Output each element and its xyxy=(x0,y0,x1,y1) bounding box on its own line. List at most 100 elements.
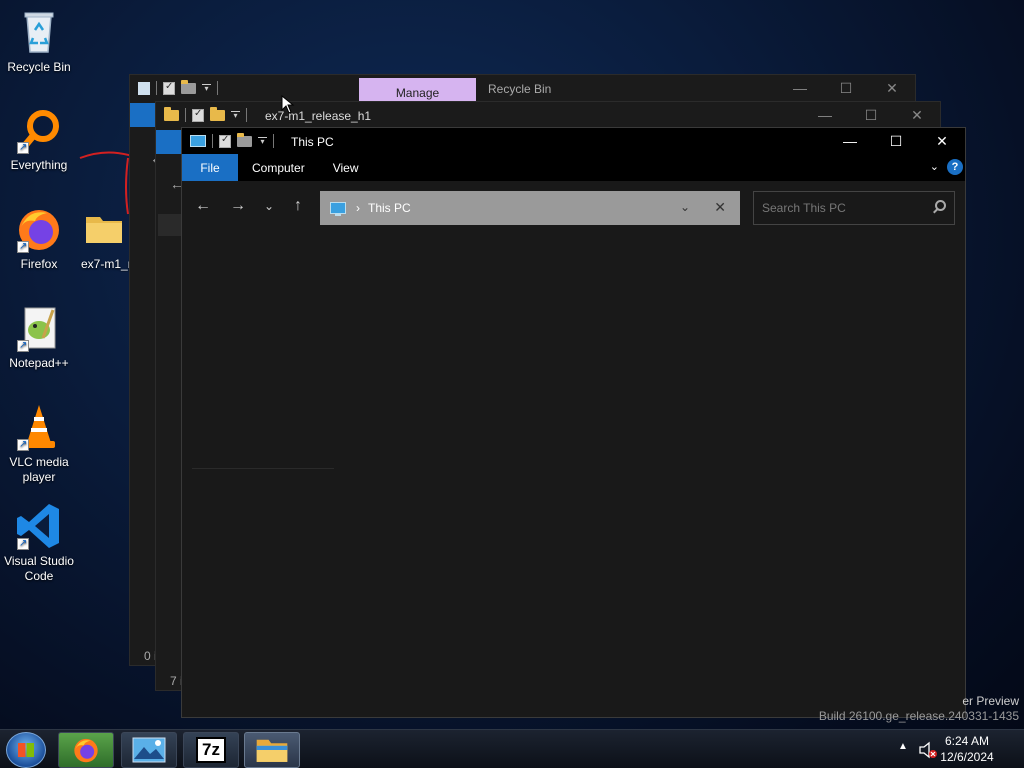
desktop-icon-label: Notepad++ xyxy=(9,356,69,370)
recycle-bin-small-icon xyxy=(138,81,150,95)
new-folder-icon[interactable] xyxy=(181,79,196,94)
search-input[interactable]: Search This PC xyxy=(762,201,846,215)
show-hidden-icons-chevron-up-icon[interactable]: ▲ xyxy=(898,741,908,752)
search-box[interactable]: Search This PC xyxy=(753,191,955,225)
desktop-icon-label: Everything xyxy=(10,158,68,172)
close-icon[interactable]: ✕ xyxy=(919,128,965,154)
ribbon-tabs: File Computer View ⌄ ? xyxy=(182,154,965,181)
taskbar: 7z ▲ 6:24 AM 12/6/2024 xyxy=(0,729,1024,768)
desktop-icon-firefox[interactable]: Firefox xyxy=(1,205,77,272)
notepad-plus-plus-icon xyxy=(15,304,63,353)
vscode-icon xyxy=(15,502,63,551)
arrow-left-icon[interactable]: ← xyxy=(193,197,213,215)
expand-ribbon-chevron-icon[interactable]: ⌄ xyxy=(930,160,939,173)
tab-file[interactable]: File xyxy=(182,154,238,181)
taskbar-file-explorer[interactable] xyxy=(244,732,300,768)
everything-search-icon xyxy=(15,106,63,155)
shortcut-arrow-icon xyxy=(17,437,29,452)
new-folder-icon[interactable] xyxy=(237,132,252,147)
desktop-icon-label: VLC media player xyxy=(9,455,69,484)
computer-small-icon xyxy=(190,135,206,147)
quick-access-toolbar: ▾ xyxy=(156,106,247,122)
toolbar-separator xyxy=(246,108,247,122)
taskbar-7zip[interactable]: 7z xyxy=(183,732,239,768)
toolbar-separator xyxy=(185,108,186,122)
taskbar-clock[interactable]: 6:24 AM 12/6/2024 xyxy=(932,733,1002,765)
photos-icon xyxy=(132,737,166,763)
maximize-icon[interactable]: ☐ xyxy=(873,128,919,154)
toolbar-separator xyxy=(156,81,157,95)
nav-pane-divider xyxy=(192,468,334,469)
new-folder-icon[interactable] xyxy=(210,106,225,121)
this-pc-window[interactable]: ▾ This PC — ☐ ✕ File Computer View ⌄ ? ←… xyxy=(181,127,966,718)
shortcut-arrow-icon xyxy=(17,239,29,254)
minimize-icon[interactable]: — xyxy=(802,102,848,128)
minimize-icon[interactable]: — xyxy=(777,75,823,101)
shortcut-arrow-icon xyxy=(17,140,29,155)
seven-zip-label: 7z xyxy=(202,740,220,759)
seven-zip-icon: 7z xyxy=(196,737,226,763)
search-icon[interactable] xyxy=(935,200,946,211)
properties-icon[interactable] xyxy=(192,108,204,122)
clear-address-icon[interactable]: ✕ xyxy=(714,199,726,216)
close-icon[interactable]: ✕ xyxy=(894,102,940,128)
navigation-bar: ← → ⌄ ↑ › This PC ⌄ ✕ Search This PC xyxy=(182,181,965,233)
red-annotation-stroke xyxy=(79,151,133,215)
taskbar-image-viewer[interactable] xyxy=(121,732,177,768)
help-icon[interactable]: ? xyxy=(947,159,963,175)
vlc-cone-icon xyxy=(15,403,63,452)
properties-icon[interactable] xyxy=(163,81,175,95)
chevron-down-icon[interactable]: ⌄ xyxy=(259,199,279,213)
minimize-icon[interactable]: — xyxy=(827,128,873,154)
desktop-icon-label: Visual Studio Code xyxy=(4,554,74,583)
close-icon[interactable]: ✕ xyxy=(869,75,915,101)
desktop-icon-vscode[interactable]: Visual Studio Code xyxy=(1,502,77,584)
start-button[interactable] xyxy=(6,732,46,768)
title-bar[interactable]: ▾ This PC — ☐ ✕ xyxy=(182,128,965,154)
breadcrumb-chevron-icon[interactable]: › xyxy=(356,201,360,215)
window-title: This PC xyxy=(291,135,334,149)
system-tray: ▲ 6:24 AM 12/6/2024 xyxy=(884,730,1024,768)
desktop-icon-label: Firefox xyxy=(20,257,58,271)
maximize-icon[interactable]: ☐ xyxy=(848,102,894,128)
window-controls: — ☐ ✕ xyxy=(777,75,915,101)
shortcut-arrow-icon xyxy=(17,536,29,551)
tab-view[interactable]: View xyxy=(319,154,373,181)
computer-icon xyxy=(330,202,346,216)
manage-contextual-tab[interactable]: Manage xyxy=(359,78,476,102)
mouse-cursor-icon xyxy=(281,95,295,114)
firefox-icon xyxy=(15,205,63,254)
title-bar[interactable]: ▾ ex7-m1_release_h1 — ☐ ✕ xyxy=(156,102,940,128)
arrow-right-icon[interactable]: → xyxy=(228,197,248,215)
file-tab-partial[interactable] xyxy=(156,130,184,154)
shortcut-arrow-icon xyxy=(17,338,29,353)
customize-toolbar-icon[interactable]: ▾ xyxy=(202,83,211,93)
desktop-icon-recycle-bin[interactable]: Recycle Bin xyxy=(1,8,77,75)
firefox-icon xyxy=(74,738,98,763)
desktop-icon-label: Recycle Bin xyxy=(7,60,71,74)
address-bar[interactable]: › This PC ⌄ ✕ xyxy=(320,191,740,225)
properties-icon[interactable] xyxy=(219,134,231,148)
window-title: Recycle Bin xyxy=(488,82,552,96)
nav-pane-item[interactable] xyxy=(158,214,182,236)
toolbar-separator xyxy=(273,134,274,148)
desktop-icon-notepad-plus-plus[interactable]: Notepad++ xyxy=(1,304,77,371)
address-history-chevron-icon[interactable]: ⌄ xyxy=(680,200,690,214)
customize-toolbar-icon[interactable]: ▾ xyxy=(258,136,267,146)
title-bar[interactable]: ▾ Manage Recycle Bin — ☐ ✕ xyxy=(130,75,915,102)
desktop-icon-everything[interactable]: Everything xyxy=(1,106,77,173)
recycle-bin-icon xyxy=(15,8,63,56)
desktop-icon-vlc[interactable]: VLC media player xyxy=(1,403,77,485)
folder-icon xyxy=(256,739,288,762)
arrow-up-icon[interactable]: ↑ xyxy=(288,197,308,215)
breadcrumb-this-pc[interactable]: This PC xyxy=(368,201,411,215)
customize-toolbar-icon[interactable]: ▾ xyxy=(231,110,240,120)
toolbar-separator xyxy=(217,81,218,95)
build-watermark-line1: er Preview xyxy=(962,694,1019,708)
tab-computer[interactable]: Computer xyxy=(238,154,319,181)
desktop-icon-label: ex7-m1_r xyxy=(81,257,132,271)
maximize-icon[interactable]: ☐ xyxy=(823,75,869,101)
taskbar-firefox[interactable] xyxy=(58,732,114,768)
clock-date: 12/6/2024 xyxy=(940,750,994,764)
folder-small-icon xyxy=(164,106,179,121)
